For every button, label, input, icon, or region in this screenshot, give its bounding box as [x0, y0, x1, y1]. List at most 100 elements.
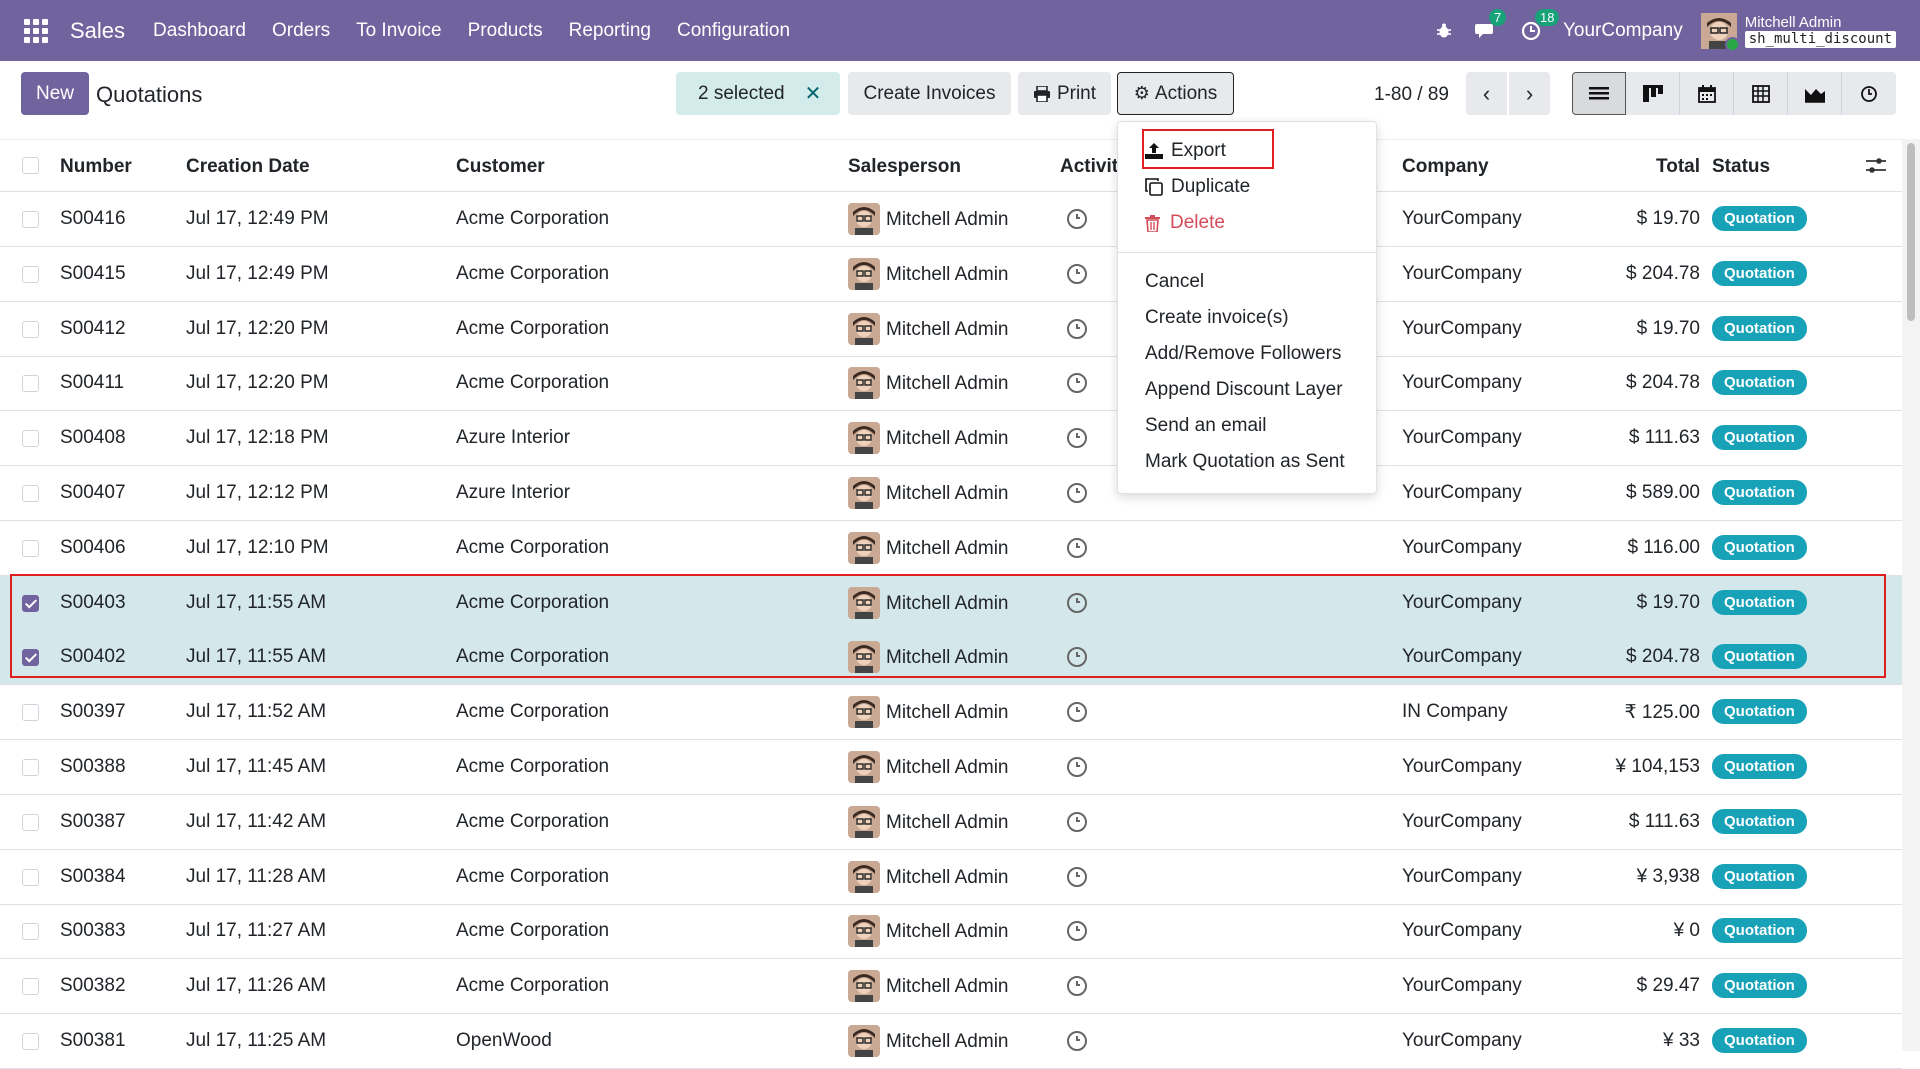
- row-checkbox[interactable]: [22, 759, 39, 776]
- menu-item-export[interactable]: Export: [1145, 140, 1226, 162]
- clock-icon[interactable]: [1067, 811, 1087, 832]
- table-row[interactable]: S00407 Jul 17, 12:12 PM Azure Interior Mitc…: [0, 466, 1902, 521]
- pager-previous-button[interactable]: ‹: [1466, 72, 1507, 115]
- kanban-view-button[interactable]: [1626, 72, 1680, 115]
- menu-reporting[interactable]: Reporting: [569, 20, 651, 42]
- table-row[interactable]: S00415 Jul 17, 12:49 PM Acme Corporation Mi…: [0, 247, 1902, 302]
- clock-icon[interactable]: [1067, 483, 1087, 503]
- header-customer[interactable]: Customer: [456, 156, 545, 178]
- table-row[interactable]: S00411 Jul 17, 12:20 PM Acme Corporation Mi…: [0, 356, 1902, 412]
- menu-dashboard[interactable]: Dashboard: [153, 20, 246, 42]
- header-number[interactable]: Number: [60, 156, 132, 178]
- messages-button[interactable]: 7: [1474, 8, 1507, 41]
- table-row[interactable]: S00397 Jul 17, 11:52 AM Acme Corporation Mi…: [0, 685, 1902, 741]
- menu-products[interactable]: Products: [468, 20, 543, 42]
- table-row[interactable]: S00408 Jul 17, 12:18 PM Azure Interior Mitc…: [0, 411, 1902, 467]
- menu-configuration[interactable]: Configuration: [677, 20, 790, 42]
- row-checkbox[interactable]: [22, 923, 39, 941]
- row-checkbox[interactable]: [22, 594, 39, 612]
- header-status[interactable]: Status: [1712, 156, 1770, 178]
- menu-to-invoice[interactable]: To Invoice: [356, 20, 442, 42]
- app-name[interactable]: Sales: [70, 18, 125, 44]
- row-checkbox[interactable]: [22, 649, 39, 667]
- list-view-button[interactable]: [1572, 72, 1626, 115]
- user-menu[interactable]: Mitchell Admin sh_multi_discount: [1744, 14, 1896, 48]
- activity-view-button[interactable]: [1842, 72, 1896, 115]
- pager-next-button[interactable]: ›: [1509, 72, 1550, 115]
- activities-button[interactable]: 18: [1521, 8, 1560, 41]
- clock-icon[interactable]: [1067, 866, 1087, 887]
- print-button[interactable]: Print: [1018, 72, 1111, 115]
- menu-item-delete[interactable]: Delete: [1145, 212, 1225, 234]
- table-row[interactable]: S00416 Jul 17, 12:49 PM Acme Corporation Mi…: [0, 192, 1902, 247]
- column-settings-icon[interactable]: [1866, 157, 1886, 175]
- header-creation-date[interactable]: Creation Date: [186, 156, 310, 178]
- menu-item-add-remove-followers[interactable]: Add/Remove Followers: [1145, 343, 1341, 365]
- menu-item-cancel[interactable]: Cancel: [1145, 271, 1204, 293]
- clock-icon[interactable]: [1067, 537, 1087, 558]
- row-checkbox[interactable]: [22, 704, 39, 722]
- clock-icon[interactable]: [1067, 209, 1087, 229]
- calendar-view-button[interactable]: [1680, 72, 1734, 115]
- page-title: Quotations: [96, 82, 203, 107]
- row-checkbox[interactable]: [22, 211, 39, 228]
- table-row[interactable]: S00382 Jul 17, 11:26 AM Acme Corporation Mi…: [0, 959, 1902, 1015]
- cell-number: S00383: [60, 920, 126, 942]
- menu-item-mark-sent[interactable]: Mark Quotation as Sent: [1145, 451, 1345, 473]
- menu-item-append-discount-layer[interactable]: Append Discount Layer: [1145, 379, 1343, 401]
- debug-button[interactable]: [1435, 22, 1453, 40]
- table-row[interactable]: S00403 Jul 17, 11:55 AM Acme Corporation Mi…: [0, 575, 1902, 631]
- row-checkbox[interactable]: [22, 1033, 39, 1050]
- table-row[interactable]: S00406 Jul 17, 12:10 PM Acme Corporation Mi…: [0, 521, 1902, 576]
- row-checkbox[interactable]: [22, 265, 39, 283]
- clock-icon[interactable]: [1067, 1031, 1087, 1051]
- row-checkbox[interactable]: [22, 320, 39, 338]
- header-total[interactable]: Total: [1600, 156, 1700, 178]
- header-salesperson[interactable]: Salesperson: [848, 156, 961, 178]
- clock-icon[interactable]: [1067, 592, 1087, 613]
- header-activities[interactable]: Activit: [1060, 156, 1118, 178]
- menu-item-create-invoices[interactable]: Create invoice(s): [1145, 307, 1289, 329]
- row-checkbox[interactable]: [22, 978, 39, 996]
- status-badge: Quotation: [1712, 315, 1807, 341]
- table-row[interactable]: S00412 Jul 17, 12:20 PM Acme Corporation Mi…: [0, 302, 1902, 357]
- row-checkbox[interactable]: [22, 430, 39, 448]
- menu-item-duplicate[interactable]: Duplicate: [1145, 176, 1250, 198]
- header-company[interactable]: Company: [1402, 156, 1489, 178]
- clock-icon[interactable]: [1067, 428, 1087, 449]
- graph-view-button[interactable]: [1788, 72, 1842, 115]
- clock-icon[interactable]: [1067, 976, 1087, 997]
- create-invoices-button[interactable]: Create Invoices: [848, 72, 1011, 115]
- close-icon[interactable]: ✕: [805, 81, 822, 106]
- row-checkbox[interactable]: [22, 813, 39, 831]
- clock-icon[interactable]: [1067, 757, 1087, 777]
- row-checkbox[interactable]: [22, 485, 39, 502]
- clock-icon[interactable]: [1067, 647, 1087, 668]
- table-row[interactable]: S00388 Jul 17, 11:45 AM Acme Corporation Mi…: [0, 740, 1902, 795]
- menu-item-send-email[interactable]: Send an email: [1145, 415, 1266, 437]
- actions-button[interactable]: ⚙ Actions: [1117, 72, 1234, 115]
- clock-icon[interactable]: [1067, 318, 1087, 339]
- avatar[interactable]: [1700, 12, 1740, 52]
- pager-value[interactable]: 1-80 / 89: [1374, 84, 1449, 106]
- clock-icon[interactable]: [1067, 702, 1087, 723]
- table-row[interactable]: S00383 Jul 17, 11:27 AM Acme Corporation Mi…: [0, 904, 1902, 960]
- new-button[interactable]: New: [21, 72, 89, 115]
- row-checkbox[interactable]: [22, 375, 39, 393]
- row-checkbox[interactable]: [22, 868, 39, 886]
- table-row[interactable]: S00402 Jul 17, 11:55 AM Acme Corporation Mi…: [0, 630, 1902, 686]
- scrollbar-thumb[interactable]: [1907, 143, 1915, 321]
- clock-icon[interactable]: [1067, 373, 1087, 394]
- clock-icon[interactable]: [1067, 263, 1087, 284]
- clock-icon[interactable]: [1067, 921, 1087, 942]
- vertical-scrollbar[interactable]: [1902, 139, 1920, 1051]
- table-row[interactable]: S00381 Jul 17, 11:25 AM OpenWood Mitchell A…: [0, 1014, 1902, 1069]
- company-switcher[interactable]: YourCompany: [1563, 20, 1683, 42]
- table-row[interactable]: S00384 Jul 17, 11:28 AM Acme Corporation Mi…: [0, 850, 1902, 905]
- select-all-checkbox[interactable]: [22, 157, 39, 174]
- menu-orders[interactable]: Orders: [272, 20, 330, 42]
- apps-icon[interactable]: [24, 18, 48, 43]
- row-checkbox[interactable]: [22, 539, 39, 557]
- table-row[interactable]: S00387 Jul 17, 11:42 AM Acme Corporation Mi…: [0, 795, 1902, 850]
- pivot-view-button[interactable]: [1734, 72, 1788, 115]
